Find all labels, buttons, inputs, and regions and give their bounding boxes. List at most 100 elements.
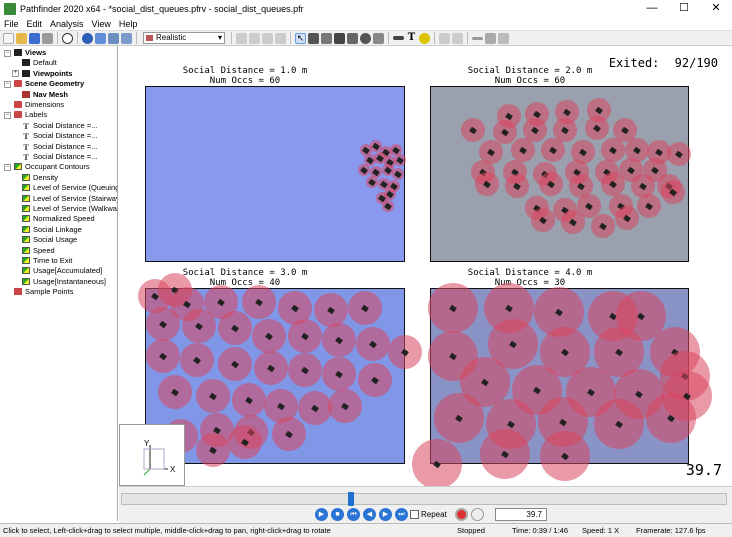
occupant[interactable]	[218, 347, 252, 381]
select-cursor-icon[interactable]: ↖	[295, 32, 306, 44]
occupant[interactable]	[288, 319, 322, 353]
skip-start-icon[interactable]: ⏮	[347, 508, 360, 521]
occupant[interactable]	[601, 138, 625, 162]
stop-icon[interactable]: ■	[331, 508, 344, 521]
occupant[interactable]	[388, 335, 422, 369]
occupant[interactable]	[348, 291, 382, 325]
zoom-extents-icon[interactable]	[373, 32, 384, 44]
tree-expander[interactable]: −	[4, 163, 11, 171]
occupant[interactable]	[146, 339, 180, 373]
walk-icon[interactable]	[308, 32, 319, 44]
occupant[interactable]	[394, 154, 406, 166]
tree-expander[interactable]: −	[4, 49, 11, 57]
clip-plane-icon[interactable]	[472, 36, 483, 40]
tree-item[interactable]: Usage[Accumulated]	[22, 266, 102, 276]
occupant[interactable]	[242, 285, 276, 319]
occupant[interactable]	[358, 363, 392, 397]
occupant[interactable]	[412, 439, 462, 486]
tree-item[interactable]: Time to Exit	[22, 256, 72, 266]
tree-expander[interactable]: +	[12, 70, 19, 78]
camera-icon[interactable]	[471, 508, 484, 521]
tree-item[interactable]: T Social Distance =...	[22, 142, 97, 152]
tree-item[interactable]: Social Usage	[22, 235, 77, 245]
pan-icon[interactable]	[334, 32, 345, 44]
occupant[interactable]	[541, 138, 565, 162]
occupant[interactable]	[428, 283, 478, 333]
occupant[interactable]	[232, 383, 266, 417]
tree-item[interactable]: Level of Service (Stairway)	[22, 194, 117, 204]
tree-expander[interactable]: −	[4, 111, 11, 119]
occupant[interactable]	[661, 180, 685, 204]
occupant[interactable]	[615, 206, 639, 230]
tree-item[interactable]: Default	[22, 58, 57, 68]
occupant[interactable]	[196, 379, 230, 413]
occupant[interactable]	[252, 319, 286, 353]
occupant[interactable]	[180, 343, 214, 377]
tree-item[interactable]: Social Linkage	[22, 225, 82, 235]
text-tool-icon[interactable]: T	[406, 32, 417, 44]
occupant[interactable]	[505, 174, 529, 198]
occupant[interactable]	[356, 327, 390, 361]
occupant[interactable]	[298, 391, 332, 425]
close-button[interactable]: ✕	[700, 0, 732, 17]
menu-analysis[interactable]: Analysis	[50, 19, 84, 29]
occupant[interactable]	[511, 138, 535, 162]
occupant[interactable]	[358, 164, 370, 176]
occupant[interactable]	[182, 309, 216, 343]
occupant[interactable]	[667, 142, 691, 166]
maximize-button[interactable]: ☐	[668, 0, 700, 17]
tree-item[interactable]: Labels	[14, 110, 47, 120]
tree-item[interactable]: Normalized Speed	[22, 214, 95, 224]
layers-icon[interactable]	[108, 32, 119, 44]
occupant[interactable]	[480, 429, 530, 479]
minimize-button[interactable]: —	[636, 0, 668, 17]
record-icon[interactable]	[455, 508, 468, 521]
measure-icon[interactable]	[393, 36, 404, 40]
zoom-icon[interactable]	[360, 32, 371, 44]
occupant[interactable]	[366, 176, 378, 188]
tree-item[interactable]: T Social Distance =...	[22, 152, 97, 162]
occupant[interactable]	[272, 417, 306, 451]
occupant[interactable]	[218, 311, 252, 345]
tree-item[interactable]: Level of Service (Walkway	[22, 204, 117, 214]
occupant[interactable]	[591, 214, 615, 238]
repeat-checkbox[interactable]	[410, 510, 419, 519]
play-icon[interactable]: ▶	[315, 508, 328, 521]
menu-file[interactable]: File	[4, 19, 19, 29]
tree-item[interactable]: Dimensions	[14, 100, 64, 110]
occupant[interactable]	[382, 200, 394, 212]
occupant[interactable]	[392, 168, 404, 180]
timeline-slider[interactable]	[121, 493, 727, 505]
tree-item[interactable]: Views	[14, 48, 46, 58]
occupant[interactable]	[314, 293, 348, 327]
tree-expander[interactable]: −	[4, 80, 11, 88]
orbit-icon[interactable]	[347, 32, 358, 44]
occupant[interactable]	[637, 194, 661, 218]
occupant[interactable]	[228, 425, 262, 459]
tree-item[interactable]: Nav Mesh	[22, 90, 68, 100]
tree-item[interactable]: T Social Distance =...	[22, 121, 97, 131]
layer-icon[interactable]	[95, 32, 106, 44]
tree-item[interactable]: Density	[22, 173, 58, 183]
tree-item[interactable]: Sample Points	[14, 287, 73, 297]
occupant[interactable]	[288, 353, 322, 387]
skip-end-icon[interactable]: ⏭	[395, 508, 408, 521]
open-folder-icon[interactable]	[16, 32, 27, 44]
3d-viewport[interactable]: Exited: 92/190 Social Distance = 1.0 m N…	[119, 46, 732, 486]
print-icon[interactable]	[42, 32, 53, 44]
tree-item[interactable]: Occupant Contours	[14, 162, 90, 172]
timeline-thumb[interactable]	[347, 492, 354, 506]
clip-box-icon[interactable]	[485, 32, 496, 44]
tree-item[interactable]: Scene Geometry	[14, 79, 84, 89]
occupant[interactable]	[594, 399, 644, 449]
new-file-icon[interactable]	[3, 32, 14, 44]
occupant[interactable]	[601, 172, 625, 196]
occupant[interactable]	[531, 208, 555, 232]
render-mode-select[interactable]: Realistic	[143, 32, 225, 44]
occupant[interactable]	[540, 431, 590, 481]
occupant[interactable]	[585, 116, 609, 140]
step-back-icon[interactable]: ◀	[363, 508, 376, 521]
occupant[interactable]	[539, 172, 563, 196]
step-forward-icon[interactable]: ▶	[379, 508, 392, 521]
occupant[interactable]	[434, 393, 484, 443]
